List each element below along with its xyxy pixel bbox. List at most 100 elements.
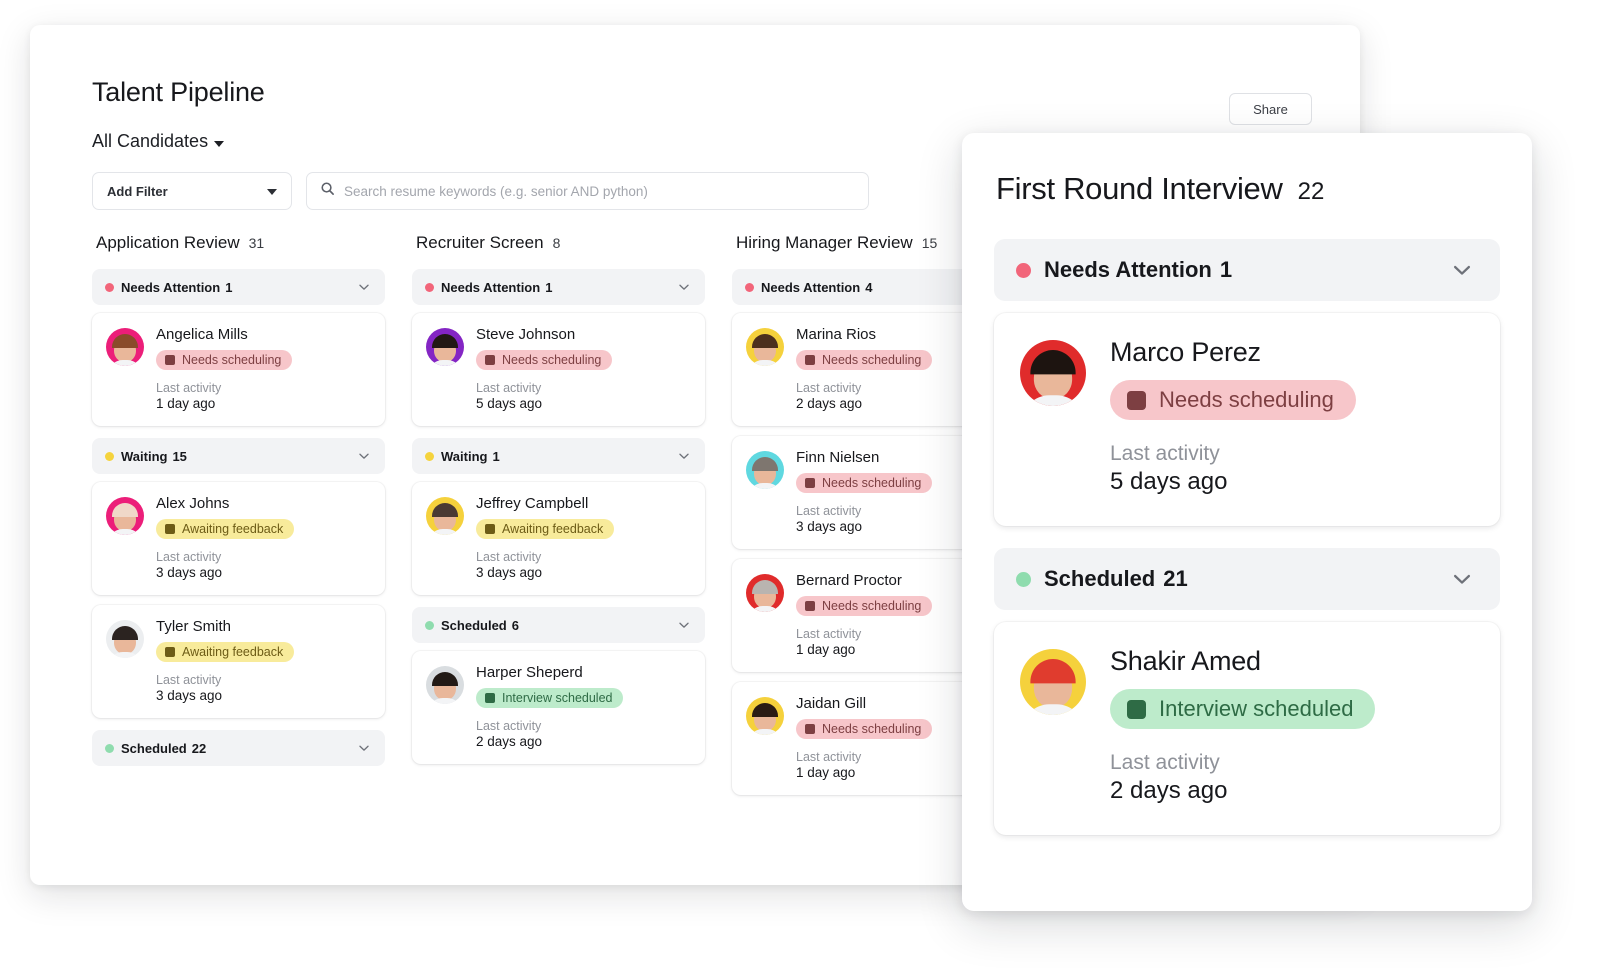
status-square-icon: [805, 724, 815, 734]
status-group-header[interactable]: Waiting15: [92, 438, 385, 474]
avatar: [426, 497, 464, 535]
chevron-down-icon[interactable]: [357, 741, 371, 755]
search-input[interactable]: [344, 184, 855, 199]
status-dot-icon: [1016, 572, 1031, 587]
last-activity-value: 3 days ago: [156, 688, 371, 703]
avatar: [746, 451, 784, 489]
last-activity-value: 5 days ago: [476, 396, 691, 411]
status-group-label: Scheduled6: [441, 618, 677, 633]
avatar: [746, 574, 784, 612]
last-activity-label: Last activity: [1110, 751, 1474, 775]
chevron-down-icon[interactable]: [1450, 567, 1474, 591]
status-group: Needs Attention1Marco PerezNeeds schedul…: [994, 239, 1500, 526]
column-count: 15: [922, 235, 938, 251]
status-badge: Interview scheduled: [1110, 689, 1375, 729]
candidate-scope-dropdown[interactable]: All Candidates: [92, 131, 224, 152]
status-group-header[interactable]: Scheduled6: [412, 607, 705, 643]
last-activity-label: Last activity: [156, 550, 371, 564]
filter-toolbar: Add Filter: [92, 172, 869, 210]
status-badge: Interview scheduled: [476, 688, 623, 708]
last-activity-label: Last activity: [1110, 442, 1474, 466]
status-group-header[interactable]: Needs Attention1: [994, 239, 1500, 301]
status-badge: Needs scheduling: [476, 350, 612, 370]
add-filter-dropdown[interactable]: Add Filter: [92, 172, 292, 210]
card-body: Alex JohnsAwaiting feedbackLast activity…: [156, 495, 371, 580]
status-dot-icon: [105, 283, 114, 292]
card-list: Harper SheperdInterview scheduledLast ac…: [412, 651, 705, 764]
candidate-card[interactable]: Steve JohnsonNeeds schedulingLast activi…: [412, 313, 705, 426]
caret-down-icon: [214, 141, 224, 147]
chevron-down-icon[interactable]: [357, 449, 371, 463]
status-badge: Needs scheduling: [156, 350, 292, 370]
avatar-face: [754, 461, 776, 485]
chevron-down-icon[interactable]: [677, 280, 691, 294]
share-button[interactable]: Share: [1229, 93, 1312, 125]
status-group-header[interactable]: Needs Attention1: [92, 269, 385, 305]
status-group-label: Waiting1: [441, 449, 677, 464]
avatar-face: [114, 338, 136, 362]
card-body: Steve JohnsonNeeds schedulingLast activi…: [476, 326, 691, 411]
chevron-down-icon[interactable]: [1450, 258, 1474, 282]
status-square-icon: [1127, 700, 1146, 719]
status-group: Needs Attention1 Angelica Mills Needs sche…: [92, 269, 385, 426]
avatar-face: [754, 584, 776, 608]
chevron-down-icon[interactable]: [677, 618, 691, 632]
avatar-face: [434, 676, 456, 700]
status-dot-icon: [425, 452, 434, 461]
avatar-face: [1034, 357, 1072, 399]
status-group-header[interactable]: Scheduled22: [92, 730, 385, 766]
overlay-groups: Needs Attention1Marco PerezNeeds schedul…: [994, 239, 1500, 835]
avatar: [1020, 649, 1086, 715]
chevron-down-icon[interactable]: [677, 449, 691, 463]
status-group-label: Scheduled21: [1044, 566, 1450, 592]
card-body: Harper SheperdInterview scheduledLast ac…: [476, 664, 691, 749]
card-body: Tyler SmithAwaiting feedbackLast activit…: [156, 618, 371, 703]
status-group: Waiting15 Alex JohnsAwaiting feedbackLast…: [92, 438, 385, 718]
status-square-icon: [1127, 391, 1146, 410]
status-label: Needs scheduling: [822, 599, 921, 613]
avatar: [106, 328, 144, 366]
status-square-icon: [165, 524, 175, 534]
status-group-header[interactable]: Needs Attention1: [412, 269, 705, 305]
status-group: Waiting1 Jeffrey CampbellAwaiting feedbac…: [412, 438, 705, 595]
candidate-name: Tyler Smith: [156, 618, 371, 635]
avatar: [426, 666, 464, 704]
column-count: 8: [553, 235, 561, 251]
column-title: Hiring Manager Review: [736, 233, 913, 253]
status-badge: Needs scheduling: [1110, 380, 1356, 420]
overlay-count: 22: [1298, 178, 1325, 206]
candidate-card[interactable]: Harper SheperdInterview scheduledLast ac…: [412, 651, 705, 764]
overlay-header: First Round Interview 22: [994, 171, 1500, 207]
status-square-icon: [485, 524, 495, 534]
status-dot-icon: [1016, 263, 1031, 278]
candidate-card[interactable]: Alex JohnsAwaiting feedbackLast activity…: [92, 482, 385, 595]
status-label: Needs scheduling: [822, 353, 921, 367]
status-badge: Awaiting feedback: [476, 519, 614, 539]
avatar: [106, 620, 144, 658]
status-group-label: Needs Attention1: [441, 280, 677, 295]
candidate-card[interactable]: Shakir AmedInterview scheduledLast activ…: [994, 622, 1500, 835]
search-icon: [320, 181, 335, 201]
candidate-card[interactable]: Angelica Mills Needs scheduling Last activ…: [92, 313, 385, 426]
status-group-header[interactable]: Scheduled21: [994, 548, 1500, 610]
status-group-label: Scheduled22: [121, 741, 357, 756]
candidate-card[interactable]: Jeffrey CampbellAwaiting feedbackLast ac…: [412, 482, 705, 595]
last-activity-label: Last activity: [156, 673, 371, 687]
status-group: Scheduled6 Harper SheperdInterview schedu…: [412, 607, 705, 764]
status-group-label: Needs Attention1: [121, 280, 357, 295]
status-label: Needs scheduling: [182, 353, 281, 367]
last-activity-label: Last activity: [156, 381, 371, 395]
candidate-card[interactable]: Marco PerezNeeds schedulingLast activity…: [994, 313, 1500, 526]
status-label: Interview scheduled: [1159, 696, 1353, 722]
search-box[interactable]: [306, 172, 869, 210]
last-activity-value: 3 days ago: [156, 565, 371, 580]
status-square-icon: [165, 647, 175, 657]
status-label: Needs scheduling: [1159, 387, 1334, 413]
candidate-name: Angelica Mills: [156, 326, 371, 343]
status-dot-icon: [105, 452, 114, 461]
status-label: Awaiting feedback: [502, 522, 603, 536]
status-group-header[interactable]: Waiting1: [412, 438, 705, 474]
candidate-card[interactable]: Tyler SmithAwaiting feedbackLast activit…: [92, 605, 385, 718]
column-title: Application Review: [96, 233, 240, 253]
chevron-down-icon[interactable]: [357, 280, 371, 294]
